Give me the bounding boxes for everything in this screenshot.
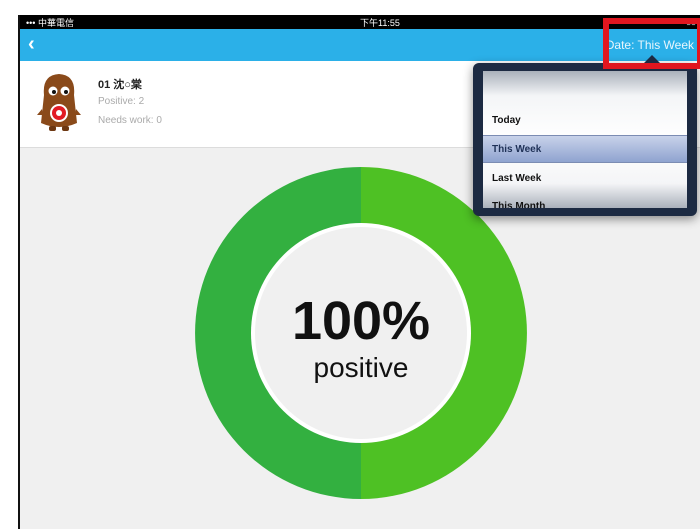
carrier-label: ••• 中華電信 [26, 18, 74, 28]
clock: 下午11:55 [360, 18, 400, 28]
date-picker-wheel[interactable]: Today This Week Last Week This Month [483, 71, 687, 208]
positive-count: Positive: 2 [98, 96, 145, 107]
date-picker-popover: Today This Week Last Week This Month [473, 55, 697, 216]
picker-option-this-month[interactable]: This Month [483, 193, 687, 208]
positive-label: positive [314, 352, 409, 383]
percent-label: 100% [292, 291, 430, 351]
positive-donut-chart: 100% positive [195, 167, 527, 499]
nav-bar: ‹ Date: This Week [20, 29, 700, 61]
chevron-left-icon[interactable]: ‹ [28, 33, 35, 56]
monster-avatar [37, 74, 81, 131]
student-name: 01 沈○棠 [98, 79, 142, 91]
needs-work-count: Needs work: 0 [98, 115, 162, 126]
picker-option-last-week[interactable]: Last Week [483, 165, 687, 193]
annotation-highlight-box [603, 18, 700, 69]
picker-option-this-week[interactable]: This Week [483, 135, 687, 163]
app-screen: ••• 中華電信 下午11:55 ▮▮ ‹ Date: This Week 01… [18, 15, 700, 529]
picker-option-today[interactable]: Today [483, 107, 687, 135]
status-bar: ••• 中華電信 下午11:55 ▮▮ [20, 15, 700, 29]
